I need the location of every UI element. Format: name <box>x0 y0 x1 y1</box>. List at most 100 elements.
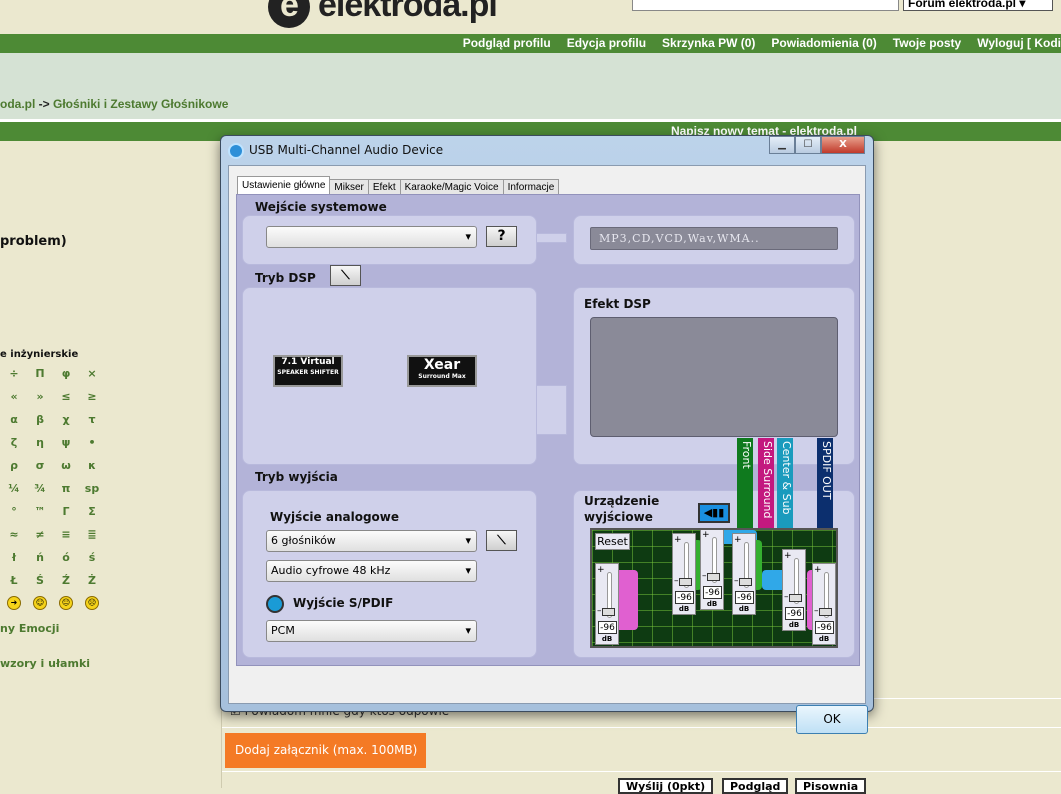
symbol-button[interactable]: ≤ <box>53 390 79 403</box>
dsp-settings-button[interactable]: ⟍ <box>330 265 361 286</box>
forum-select[interactable]: Forum elektroda.pl ▾ <box>903 0 1053 11</box>
preview-button[interactable]: Podgląd <box>722 778 789 794</box>
emoticon-button[interactable]: 😐 <box>59 596 73 610</box>
emotions-link[interactable]: ny Emocji <box>0 622 59 635</box>
minus-label: – <box>674 576 679 586</box>
emoticon-button[interactable]: ☹ <box>85 596 99 610</box>
virtual-7-1-logo[interactable]: 7.1 Virtual SPEAKER SHIFTER <box>273 355 343 387</box>
minimize-button[interactable]: ▁ <box>769 136 795 154</box>
volume-slider[interactable]: + – -96 dB <box>672 533 696 615</box>
speakers-select[interactable]: 6 głośników <box>266 530 477 552</box>
channel-tab-side-surround[interactable]: Side Surround <box>758 438 774 528</box>
symbol-button[interactable]: τ <box>79 413 105 426</box>
nav-inbox[interactable]: Skrzynka PW (0) <box>662 34 755 53</box>
digital-audio-select[interactable]: Audio cyfrowe 48 kHz <box>266 560 477 582</box>
slider-thumb[interactable] <box>602 608 615 616</box>
slider-thumb[interactable] <box>739 578 752 586</box>
symbol-button[interactable]: σ <box>27 459 53 472</box>
symbol-button[interactable]: ° <box>1 505 27 518</box>
channel-tab-front[interactable]: Front <box>737 438 753 528</box>
slider-unit: dB <box>706 600 718 608</box>
symbol-button[interactable]: Ł <box>1 574 27 587</box>
symbol-button[interactable]: Ś <box>27 574 53 587</box>
breadcrumb-current[interactable]: Głośniki i Zestawy Głośnikowe <box>53 97 228 111</box>
nav-notifications[interactable]: Powiadomienia (0) <box>771 34 876 53</box>
slider-thumb[interactable] <box>707 573 720 581</box>
symbol-button[interactable]: ń <box>27 551 53 564</box>
slider-thumb[interactable] <box>679 578 692 586</box>
symbol-button[interactable]: Ź <box>53 574 79 587</box>
symbol-button[interactable]: ™ <box>27 505 53 518</box>
symbol-button[interactable]: ó <box>53 551 79 564</box>
spdif-icon[interactable] <box>266 595 284 613</box>
emoticon-button[interactable]: ➜ <box>7 596 21 610</box>
symbol-button[interactable]: η <box>27 436 53 449</box>
divider <box>222 727 1061 728</box>
symbol-button[interactable]: β <box>27 413 53 426</box>
reset-button[interactable]: Reset <box>595 533 630 550</box>
nav-my-posts[interactable]: Twoje posty <box>893 34 961 53</box>
symbol-button[interactable]: ζ <box>1 436 27 449</box>
symbol-button[interactable]: Π <box>27 367 53 380</box>
symbol-button[interactable]: ≡ <box>53 528 79 541</box>
nav-profile-edit[interactable]: Edycja profilu <box>567 34 646 53</box>
spellcheck-button[interactable]: Pisownia <box>795 778 867 794</box>
site-logo[interactable]: e elektroda.pl <box>268 0 498 28</box>
channel-tab-center-sub[interactable]: Center & Sub <box>777 438 793 528</box>
nav-logout[interactable]: Wyloguj [ Kodi <box>977 34 1061 53</box>
symbol-button[interactable]: φ <box>53 367 79 380</box>
volume-slider[interactable]: + – -96 dB <box>812 563 836 645</box>
symbol-button[interactable]: Γ <box>53 505 79 518</box>
symbol-button[interactable]: α <box>1 413 27 426</box>
volume-icon[interactable]: ◀▮▮ <box>698 503 730 523</box>
symbol-button[interactable]: ≠ <box>27 528 53 541</box>
symbol-button[interactable]: « <box>1 390 27 403</box>
symbol-button[interactable]: • <box>79 436 105 449</box>
volume-slider[interactable]: + – -96 dB <box>700 530 724 610</box>
maximize-button[interactable]: ☐ <box>795 136 821 154</box>
symbol-button[interactable]: ≣ <box>79 528 105 541</box>
xear-logo[interactable]: Xear Surround Max <box>407 355 477 387</box>
symbol-button[interactable]: » <box>27 390 53 403</box>
symbol-button[interactable]: ¼ <box>1 482 27 495</box>
channel-tab-spdif-out[interactable]: SPDIF OUT <box>817 438 833 528</box>
symbol-button[interactable]: ¾ <box>27 482 53 495</box>
search-input[interactable] <box>632 0 899 11</box>
symbol-button[interactable]: ÷ <box>1 367 27 380</box>
volume-slider[interactable]: + – -96 dB <box>595 563 619 645</box>
nav-profile-view[interactable]: Podgląd profilu <box>463 34 551 53</box>
spdif-select[interactable]: PCM <box>266 620 477 642</box>
symbol-button[interactable]: ł <box>1 551 27 564</box>
formulas-link[interactable]: wzory i ułamki <box>0 657 90 670</box>
ok-button[interactable]: OK <box>796 705 868 734</box>
symbol-button[interactable]: Σ <box>79 505 105 518</box>
symbol-button[interactable]: χ <box>53 413 79 426</box>
symbol-button[interactable]: π <box>53 482 79 495</box>
add-attachment-button[interactable]: Dodaj załącznik (max. 100MB) <box>225 733 426 768</box>
slider-thumb[interactable] <box>819 608 832 616</box>
symbol-button[interactable]: ρ <box>1 459 27 472</box>
symbol-button[interactable]: ω <box>53 459 79 472</box>
symbol-button[interactable]: ψ <box>53 436 79 449</box>
symbol-button[interactable]: ≥ <box>79 390 105 403</box>
symbol-button[interactable]: ≈ <box>1 528 27 541</box>
volume-slider[interactable]: + – -96 dB <box>782 549 806 631</box>
plus-label: + <box>814 565 822 575</box>
help-button[interactable]: ? <box>486 226 517 247</box>
slider-thumb[interactable] <box>789 594 802 602</box>
breadcrumb-root[interactable]: oda.pl <box>0 97 35 111</box>
symbol-button[interactable]: κ <box>79 459 105 472</box>
system-input-select[interactable] <box>266 226 477 248</box>
volume-slider[interactable]: + – -96 dB <box>732 533 756 615</box>
symbol-button[interactable]: Ż <box>79 574 105 587</box>
symbol-button[interactable]: sp <box>79 482 105 495</box>
emoticon-button[interactable]: ☺ <box>33 596 47 610</box>
send-button[interactable]: Wyślij (0pkt) <box>618 778 714 794</box>
output-mode-label: Tryb wyjścia <box>255 470 338 484</box>
analog-settings-button[interactable]: ⟍ <box>486 530 517 551</box>
close-button[interactable]: X <box>821 136 865 154</box>
symbol-button[interactable]: × <box>79 367 105 380</box>
subject-label: problem) <box>0 234 67 249</box>
symbol-button[interactable]: ś <box>79 551 105 564</box>
dialog-title: USB Multi-Channel Audio Device <box>249 143 444 157</box>
